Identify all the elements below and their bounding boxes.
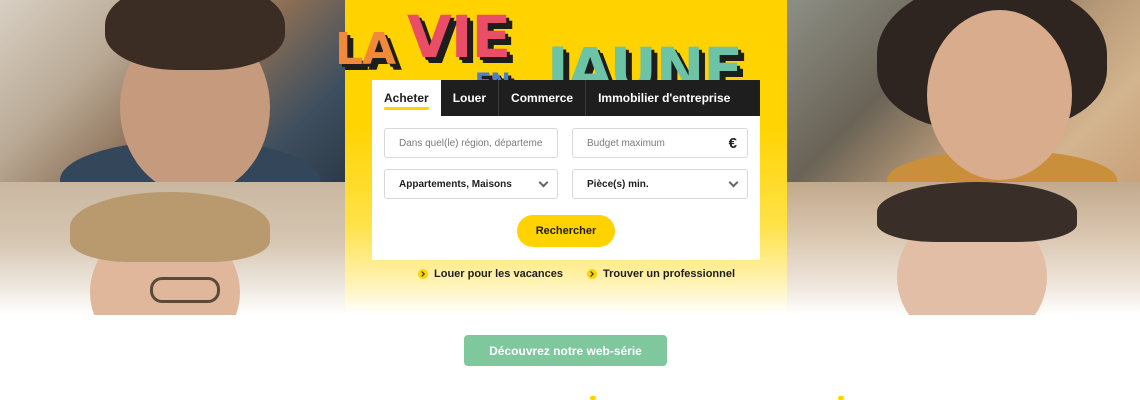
- rooms-value: Pièce(s) min.: [587, 178, 649, 190]
- logo-word-vie: VIE: [407, 3, 511, 71]
- property-type-select[interactable]: Appartements, Maisons: [384, 169, 558, 199]
- chevron-down-icon: [538, 177, 549, 187]
- hero-banner: LA VIE EN JAUNE Acheter Louer Commerce I…: [0, 0, 1140, 315]
- decorative-spark: [838, 396, 844, 400]
- active-tab-indicator: [384, 107, 429, 110]
- tab-label: Immobilier d'entreprise: [598, 91, 731, 105]
- link-louer-vacances[interactable]: Louer pour les vacances: [418, 268, 563, 280]
- link-trouver-professionnel[interactable]: Trouver un professionnel: [587, 268, 735, 280]
- webserie-button[interactable]: Découvrez notre web-série: [464, 335, 667, 366]
- search-card: Acheter Louer Commerce Immobilier d'entr…: [372, 80, 760, 260]
- location-placeholder: Dans quel(le) région, départeme: [399, 137, 543, 149]
- quick-links: Louer pour les vacances Trouver un profe…: [418, 268, 735, 280]
- euro-icon: €: [728, 134, 737, 152]
- hero-photo-woman: [787, 182, 1140, 315]
- arrow-circle-icon: [587, 269, 597, 279]
- link-label: Louer pour les vacances: [434, 268, 563, 280]
- budget-input[interactable]: Budget maximum €: [572, 128, 748, 158]
- tab-acheter[interactable]: Acheter: [372, 80, 441, 116]
- property-type-value: Appartements, Maisons: [399, 178, 512, 190]
- hero-photo-woman-glasses: [0, 182, 345, 315]
- search-tabs: Acheter Louer Commerce Immobilier d'entr…: [372, 80, 760, 116]
- decorative-spark: [590, 396, 596, 400]
- tab-louer[interactable]: Louer: [440, 80, 499, 116]
- chevron-down-icon: [728, 177, 739, 187]
- budget-placeholder: Budget maximum: [587, 137, 665, 149]
- tab-commerce[interactable]: Commerce: [498, 80, 586, 116]
- tab-label: Louer: [452, 91, 487, 105]
- arrow-circle-icon: [418, 269, 428, 279]
- hero-photo-woman-smiling: [787, 0, 1140, 182]
- logo-word-la: LA: [335, 24, 396, 75]
- search-button[interactable]: Rechercher: [517, 215, 615, 247]
- location-input[interactable]: Dans quel(le) région, départeme: [384, 128, 558, 158]
- tab-immobilier-entreprise[interactable]: Immobilier d'entreprise: [585, 80, 743, 116]
- hero-photo-man: [0, 0, 345, 182]
- rooms-select[interactable]: Pièce(s) min.: [572, 169, 748, 199]
- tab-label: Acheter: [384, 91, 429, 105]
- link-label: Trouver un professionnel: [603, 268, 736, 280]
- tab-label: Commerce: [511, 91, 574, 105]
